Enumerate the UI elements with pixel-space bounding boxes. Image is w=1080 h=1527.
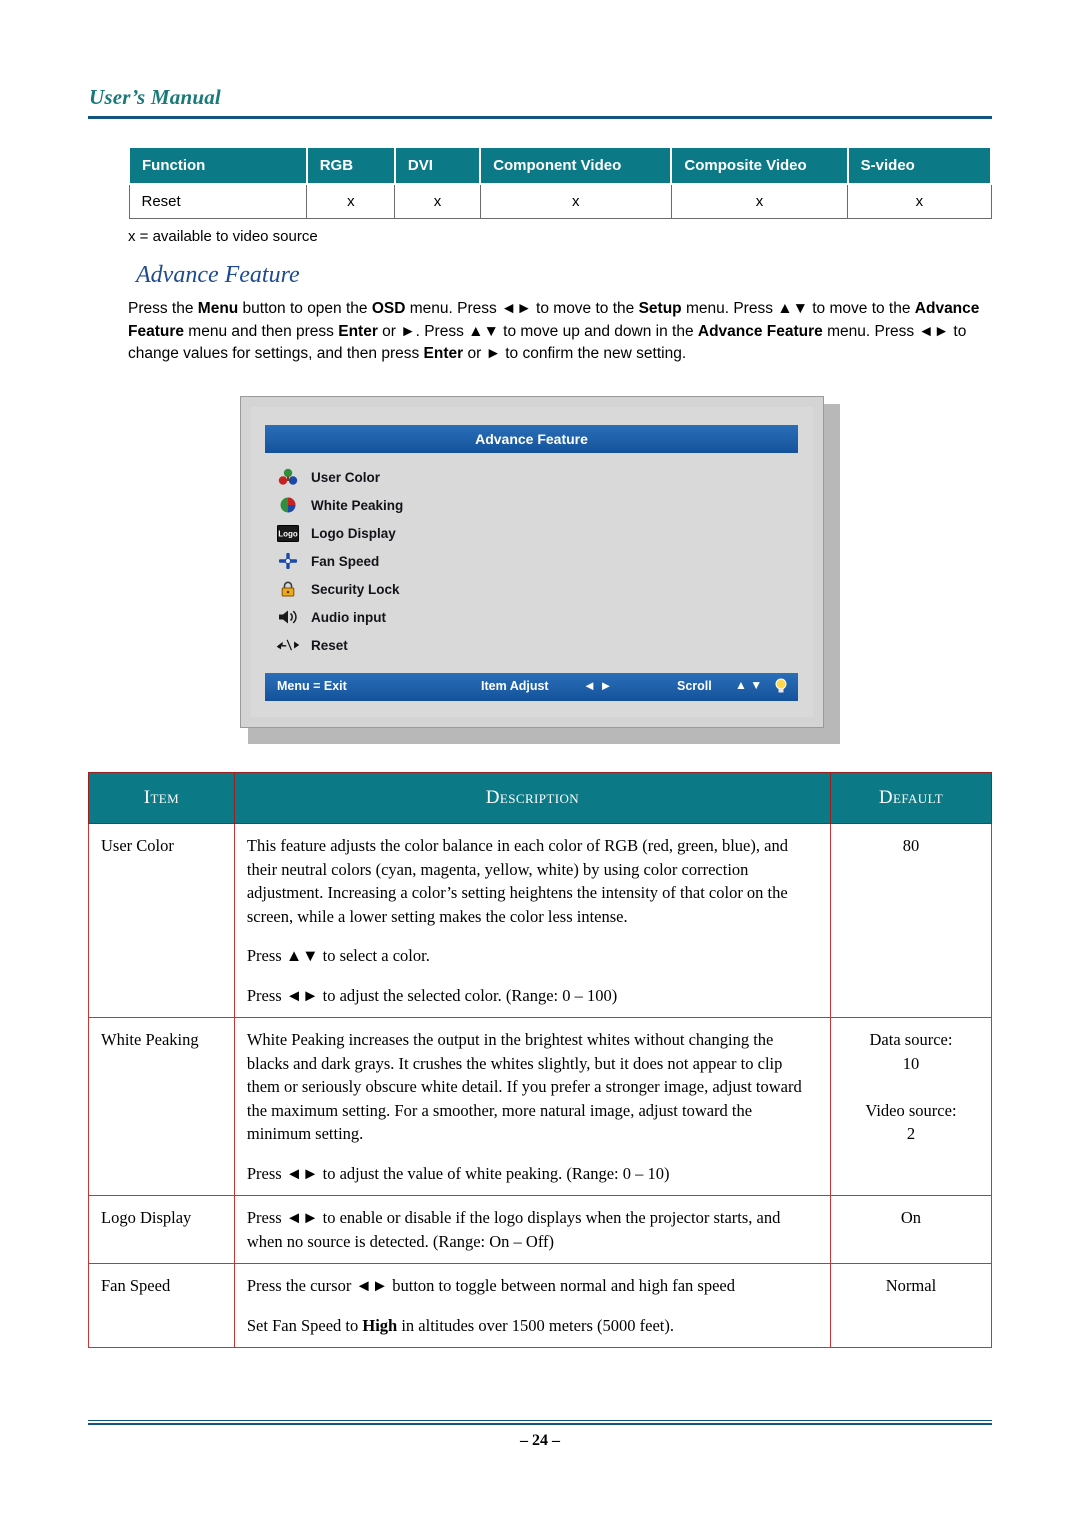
- osd-footer-item-adjust-arrows: ◄ ►: [583, 678, 613, 693]
- cell-default: On: [829, 1195, 993, 1264]
- description-paragraph: Set Fan Speed to High in altitudes over …: [246, 1315, 674, 1335]
- cell-rgb: x: [306, 183, 396, 219]
- table-header-row: Item Description Default: [88, 772, 993, 824]
- osd-menu-item-logo-display[interactable]: Logo Logo Display: [275, 519, 675, 547]
- osd-menu-item-label: Audio input: [311, 609, 386, 625]
- reset-icon: [275, 635, 301, 655]
- column-header-item: Item: [143, 787, 180, 808]
- osd-frame: Advance Feature User Color White Peaking…: [240, 396, 824, 728]
- column-header-rgb: RGB: [305, 146, 396, 185]
- osd-menu-item-label: White Peaking: [311, 497, 404, 513]
- description-paragraph: White Peaking increases the output in th…: [246, 1030, 802, 1143]
- osd-menu-item-label: Reset: [311, 637, 348, 653]
- osd-title: Advance Feature: [265, 425, 798, 453]
- cell-item: Logo Display: [88, 1195, 235, 1264]
- cell-description: Press ◄► to enable or disable if the log…: [233, 1195, 831, 1264]
- osd-footer-item-adjust: Item Adjust: [481, 679, 549, 693]
- cell-description: Press the cursor ◄► button to toggle bet…: [233, 1263, 831, 1348]
- page-title: User’s Manual: [89, 85, 221, 109]
- cell-default: 80: [829, 823, 993, 1018]
- osd-screenshot: Advance Feature User Color White Peaking…: [240, 396, 840, 744]
- column-header-component-video: Component Video: [479, 146, 673, 185]
- feature-description-table: Item Description Default User Color This…: [88, 772, 993, 1348]
- description-paragraph: Press ◄► to enable or disable if the log…: [246, 1208, 781, 1251]
- security-lock-icon: [275, 579, 301, 599]
- user-color-icon: [275, 467, 301, 487]
- table-legend: x = available to video source: [128, 228, 318, 245]
- table-header-row: Function RGB DVI Component Video Composi…: [128, 146, 993, 185]
- description-paragraph: Press ◄► to adjust the selected color. (…: [246, 985, 618, 1005]
- cell-item: Fan Speed: [88, 1263, 235, 1348]
- column-header-dvi: DVI: [393, 146, 482, 185]
- cell-default: Normal: [829, 1263, 993, 1348]
- svg-text:Logo: Logo: [278, 529, 298, 538]
- osd-footer-menu-exit: Menu = Exit: [277, 679, 347, 693]
- table-row: User Color This feature adjusts the colo…: [88, 823, 993, 1018]
- table-row: White Peaking White Peaking increases th…: [88, 1017, 993, 1196]
- description-paragraph: Press ◄► to adjust the value of white pe…: [246, 1163, 670, 1183]
- osd-menu-item-label: User Color: [311, 469, 381, 485]
- column-header-function: Function: [128, 146, 308, 185]
- osd-body: Advance Feature User Color White Peaking…: [251, 407, 813, 717]
- column-header-default: Default: [878, 787, 944, 808]
- description-paragraph: Press ▲▼ to select a color.: [246, 946, 430, 965]
- description-paragraph: Press the cursor ◄► button to toggle bet…: [246, 1276, 735, 1295]
- cell-composite: x: [670, 183, 849, 219]
- osd-footer-scroll: Scroll: [677, 679, 712, 693]
- cell-function: Reset: [128, 183, 308, 219]
- osd-menu-list: User Color White Peaking Logo Logo Displ…: [275, 463, 675, 659]
- table-row: Fan Speed Press the cursor ◄► button to …: [88, 1263, 993, 1348]
- column-header-s-video: S-video: [846, 146, 993, 185]
- page-number: – 24 –: [520, 1432, 560, 1449]
- osd-menu-item-label: Fan Speed: [311, 553, 380, 569]
- audio-input-icon: [275, 607, 301, 627]
- cell-item: White Peaking: [88, 1017, 235, 1196]
- cell-dvi: x: [394, 183, 481, 219]
- osd-menu-item-white-peaking[interactable]: White Peaking: [275, 491, 675, 519]
- osd-menu-item-label: Security Lock: [311, 581, 400, 597]
- page-header: User’s Manual: [88, 85, 992, 119]
- logo-display-icon: Logo: [275, 523, 301, 543]
- cell-description: White Peaking increases the output in th…: [233, 1017, 831, 1196]
- cell-description: This feature adjusts the color balance i…: [233, 823, 831, 1018]
- section-heading: Advance Feature: [136, 262, 300, 288]
- compatibility-table: Function RGB DVI Component Video Composi…: [128, 146, 993, 219]
- footer-divider: [88, 1420, 992, 1425]
- osd-menu-item-audio-input[interactable]: Audio input: [275, 603, 675, 631]
- header-divider: [88, 114, 992, 119]
- fan-speed-icon: [275, 551, 301, 571]
- table-row: Logo Display Press ◄► to enable or disab…: [88, 1195, 993, 1264]
- column-header-description: Description: [485, 787, 580, 808]
- osd-menu-item-user-color[interactable]: User Color: [275, 463, 675, 491]
- description-paragraph: This feature adjusts the color balance i…: [246, 836, 788, 926]
- osd-footer-bar: Menu = Exit Item Adjust ◄ ► Scroll ▲ ▼: [265, 673, 798, 701]
- column-header-composite-video: Composite Video: [670, 146, 849, 185]
- osd-menu-item-security-lock[interactable]: Security Lock: [275, 575, 675, 603]
- cell-item: User Color: [88, 823, 235, 1018]
- osd-menu-item-reset[interactable]: Reset: [275, 631, 675, 659]
- cell-svideo: x: [847, 183, 992, 219]
- cell-component: x: [479, 183, 672, 219]
- osd-menu-item-fan-speed[interactable]: Fan Speed: [275, 547, 675, 575]
- osd-footer-scroll-arrows: ▲ ▼: [735, 678, 763, 692]
- bulb-icon: [773, 677, 789, 698]
- section-intro-paragraph: Press the Menu button to open the OSD me…: [128, 300, 980, 362]
- manual-page: User’s Manual Function RGB DVI Component…: [0, 0, 1080, 1527]
- cell-default: Data source: 10 Video source: 2: [829, 1017, 993, 1196]
- osd-menu-item-label: Logo Display: [311, 525, 396, 541]
- table-row: Reset x x x x x: [128, 183, 992, 219]
- white-peaking-icon: [275, 495, 301, 515]
